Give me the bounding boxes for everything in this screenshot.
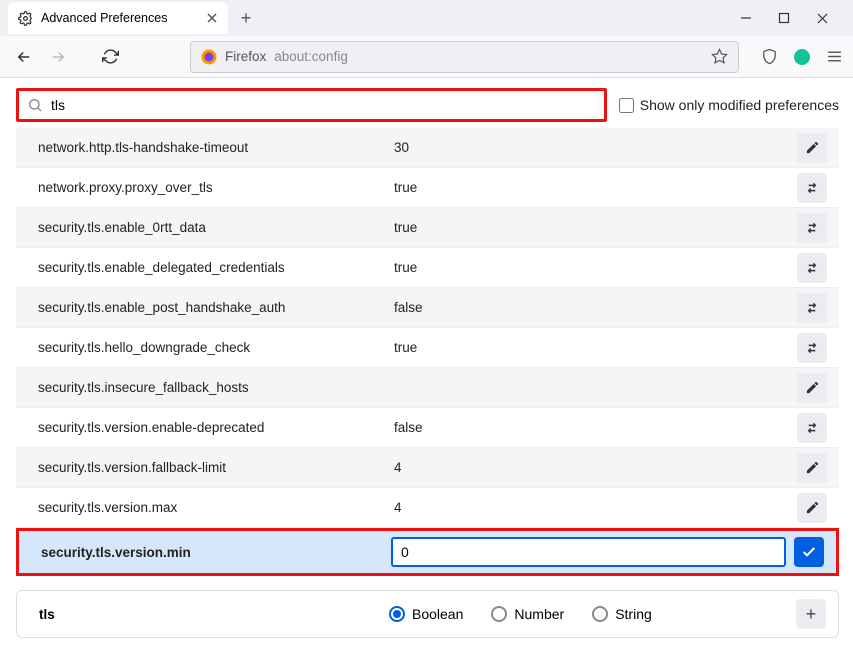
url-protocol: Firefox <box>225 49 266 64</box>
pref-value: true <box>388 180 797 195</box>
bookmark-icon[interactable] <box>711 48 728 65</box>
pref-name: security.tls.enable_post_handshake_auth <box>38 300 388 315</box>
firefox-icon <box>201 49 217 65</box>
maximize-icon[interactable] <box>777 11 791 25</box>
pref-name: security.tls.enable_0rtt_data <box>38 220 388 235</box>
pref-name: security.tls.insecure_fallback_hosts <box>38 380 388 395</box>
pref-name: security.tls.version.min <box>41 545 391 560</box>
pref-name: security.tls.hello_downgrade_check <box>38 340 388 355</box>
pref-row: security.tls.insecure_fallback_hosts <box>16 368 839 408</box>
edit-button[interactable] <box>797 453 827 483</box>
pref-value: 30 <box>388 140 797 155</box>
pref-row-editing: security.tls.version.min <box>16 528 839 576</box>
pref-name: security.tls.enable_delegated_credential… <box>38 260 388 275</box>
tab-strip: Advanced Preferences + <box>0 0 853 36</box>
save-button[interactable] <box>794 537 824 567</box>
add-pref-button[interactable]: + <box>796 599 826 629</box>
pref-value: true <box>388 220 797 235</box>
reload-button[interactable] <box>96 43 124 71</box>
tab-title: Advanced Preferences <box>41 11 167 25</box>
nav-toolbar: Firefox about:config <box>0 36 853 78</box>
new-pref-name: tls <box>39 607 389 622</box>
pref-value: true <box>388 340 797 355</box>
pocket-icon[interactable] <box>761 48 778 65</box>
url-path: about:config <box>274 49 348 64</box>
radio-label: Boolean <box>412 606 463 622</box>
pref-row: security.tls.enable_0rtt_datatrue <box>16 208 839 248</box>
pref-row: network.proxy.proxy_over_tlstrue <box>16 168 839 208</box>
close-icon[interactable] <box>815 11 829 25</box>
pref-name: security.tls.version.enable-deprecated <box>38 420 388 435</box>
search-icon <box>27 97 43 113</box>
grammarly-icon[interactable] <box>794 49 810 65</box>
pref-value: false <box>388 420 797 435</box>
pref-row: security.tls.version.max4 <box>16 488 839 528</box>
pref-name: security.tls.version.fallback-limit <box>38 460 388 475</box>
pref-value: false <box>388 300 797 315</box>
edit-button[interactable] <box>797 493 827 523</box>
close-tab-icon[interactable] <box>206 12 218 24</box>
radio-label: String <box>615 606 652 622</box>
radio-label: Number <box>514 606 564 622</box>
pref-row: security.tls.version.fallback-limit4 <box>16 448 839 488</box>
new-tab-button[interactable]: + <box>232 4 260 32</box>
toolbar-right <box>749 48 843 65</box>
show-modified-label: Show only modified preferences <box>640 97 839 113</box>
radio-icon <box>389 606 405 622</box>
toggle-button[interactable] <box>797 253 827 283</box>
toggle-button[interactable] <box>797 413 827 443</box>
radio-icon <box>592 606 608 622</box>
radio-icon <box>491 606 507 622</box>
pref-row: security.tls.version.enable-deprecatedfa… <box>16 408 839 448</box>
pref-search-input[interactable] <box>51 97 596 113</box>
browser-tab[interactable]: Advanced Preferences <box>8 2 228 34</box>
pref-value: true <box>388 260 797 275</box>
forward-button[interactable] <box>44 43 72 71</box>
back-button[interactable] <box>10 43 38 71</box>
show-modified-checkbox[interactable]: Show only modified preferences <box>619 97 839 113</box>
type-radio-boolean[interactable]: Boolean <box>389 606 463 622</box>
pref-name: security.tls.version.max <box>38 500 388 515</box>
pref-name: network.http.tls-handshake-timeout <box>38 140 388 155</box>
new-pref-row: tls Boolean Number String + <box>16 590 839 638</box>
edit-button[interactable] <box>797 133 827 163</box>
edit-button[interactable] <box>797 373 827 403</box>
pref-row: security.tls.enable_post_handshake_authf… <box>16 288 839 328</box>
toggle-button[interactable] <box>797 173 827 203</box>
gear-icon <box>18 11 33 26</box>
toggle-button[interactable] <box>797 333 827 363</box>
toggle-button[interactable] <box>797 213 827 243</box>
window-controls <box>739 11 849 25</box>
pref-name: network.proxy.proxy_over_tls <box>38 180 388 195</box>
pref-value-input[interactable] <box>391 537 786 567</box>
pref-row: security.tls.enable_delegated_credential… <box>16 248 839 288</box>
type-radio-number[interactable]: Number <box>491 606 564 622</box>
minimize-icon[interactable] <box>739 11 753 25</box>
pref-value: 4 <box>388 460 797 475</box>
type-radio-string[interactable]: String <box>592 606 652 622</box>
pref-value: 4 <box>388 500 797 515</box>
type-radio-group: Boolean Number String <box>389 606 796 622</box>
toggle-button[interactable] <box>797 293 827 323</box>
pref-search-box <box>16 88 607 122</box>
menu-icon[interactable] <box>826 48 843 65</box>
pref-row: security.tls.hello_downgrade_checktrue <box>16 328 839 368</box>
pref-row: network.http.tls-handshake-timeout30 <box>16 128 839 168</box>
page-content[interactable]: Show only modified preferences network.h… <box>0 78 853 645</box>
show-modified-input[interactable] <box>619 98 634 113</box>
pref-table: network.http.tls-handshake-timeout30netw… <box>16 128 839 528</box>
url-bar[interactable]: Firefox about:config <box>190 41 739 73</box>
